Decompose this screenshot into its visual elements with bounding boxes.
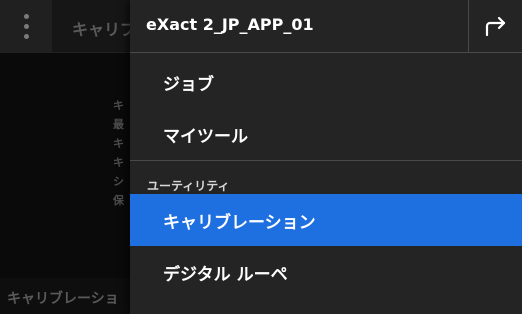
background-info-list: キ 最 キ キ シ 保 bbox=[113, 96, 124, 210]
background-info-line: シ bbox=[113, 175, 124, 188]
exit-button[interactable] bbox=[468, 0, 522, 52]
menu-item-jobs[interactable]: ジョブ bbox=[130, 56, 522, 108]
background-info-line: キ bbox=[113, 156, 124, 169]
exit-arrow-icon bbox=[485, 16, 505, 37]
menu-button[interactable] bbox=[0, 0, 52, 52]
background-info-line: キ bbox=[113, 99, 124, 112]
menu-dot-icon bbox=[23, 33, 29, 39]
menu-dot-icon bbox=[23, 23, 29, 29]
menu-item-label: マイツール bbox=[163, 127, 248, 147]
menu-item-calibration[interactable]: キャリブレーション bbox=[130, 194, 522, 246]
menu-item-label: ジョブ bbox=[163, 75, 214, 95]
menu-item-label: キャリブレーション bbox=[163, 213, 316, 233]
drawer-title: eXact 2_JP_APP_01 bbox=[146, 15, 314, 34]
background-info-line: キ bbox=[113, 137, 124, 150]
menu-item-label: デジタル ルーペ bbox=[163, 265, 288, 285]
menu-item-digital-loupe[interactable]: デジタル ルーペ bbox=[130, 246, 522, 298]
menu-item-my-tools[interactable]: マイツール bbox=[130, 108, 522, 160]
background-info-line: 最 bbox=[113, 118, 124, 131]
section-divider bbox=[130, 160, 522, 161]
background-footer-title: キャリブレーショ bbox=[7, 291, 119, 307]
drawer-header: eXact 2_JP_APP_01 bbox=[130, 0, 522, 53]
navigation-drawer: eXact 2_JP_APP_01 ジョブ マイツール ユーティリティ キャリブ… bbox=[130, 0, 522, 314]
background-page-title: キャリブ bbox=[72, 20, 137, 39]
menu-dot-icon bbox=[23, 13, 29, 19]
background-info-line: 保 bbox=[113, 194, 124, 207]
section-label-utilities: ユーティリティ bbox=[147, 179, 230, 193]
